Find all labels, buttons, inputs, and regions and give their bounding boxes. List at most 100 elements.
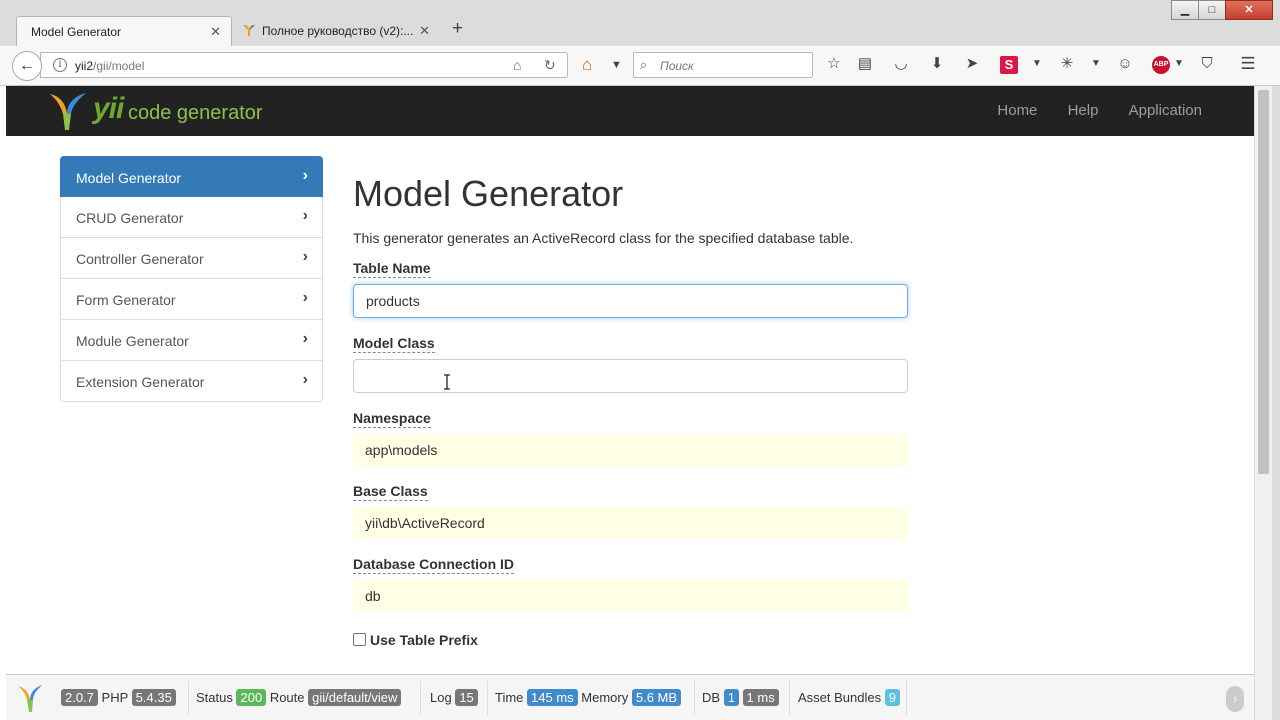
chat-extension-icon[interactable]: ☺ xyxy=(1115,54,1135,74)
sidebar-item-form-generator[interactable]: Form Generator › xyxy=(60,279,323,320)
php-version-badge: 5.4.35 xyxy=(131,689,176,706)
log-count-badge: 15 xyxy=(455,689,478,706)
debug-assets-block[interactable]: Asset Bundles 9 xyxy=(798,689,900,706)
db-queries-badge: 1 xyxy=(723,689,739,706)
s-extension-dropdown-icon[interactable]: ▼ xyxy=(1027,54,1047,74)
site-info-icon[interactable]: i xyxy=(53,58,67,72)
chevron-right-icon: › xyxy=(302,289,308,306)
tab-label: Model Generator xyxy=(31,25,122,39)
shield-extension-icon[interactable]: ⛉ xyxy=(1197,54,1217,74)
home-dropdown-icon[interactable]: ▼ xyxy=(611,59,622,71)
adblock-dropdown-icon[interactable]: ▼ xyxy=(1169,54,1189,74)
model-class-input[interactable] xyxy=(353,358,908,393)
download-icon[interactable]: ⬇ xyxy=(927,54,947,74)
home-icon[interactable]: ⌂ xyxy=(582,55,592,75)
use-table-prefix-row[interactable]: Use Table Prefix xyxy=(353,632,913,648)
s-extension-icon[interactable]: S xyxy=(1000,56,1018,74)
bug-extension-icon[interactable]: ✳ xyxy=(1057,54,1077,74)
tab-model-generator[interactable]: Model Generator ✕ xyxy=(16,16,232,46)
yii-debug-logo-icon[interactable] xyxy=(16,683,44,713)
status-code-badge: 200 xyxy=(236,689,267,706)
bug-extension-dropdown-icon[interactable]: ▼ xyxy=(1086,54,1106,74)
chevron-right-icon: › xyxy=(302,248,308,265)
send-icon[interactable]: ➤ xyxy=(962,54,982,74)
memory-label: Memory xyxy=(581,690,629,705)
bookmark-star-icon[interactable]: ☆ xyxy=(824,54,844,74)
window-edge xyxy=(1272,86,1280,720)
back-button[interactable]: ← xyxy=(12,51,42,81)
debug-toolbar: 2.0.7 PHP 5.4.35 Status 200 Route gii/de… xyxy=(6,674,1254,720)
scrollbar-thumb[interactable] xyxy=(1258,90,1269,474)
yii-version-badge: 2.0.7 xyxy=(61,689,98,706)
sidebar-item-module-generator[interactable]: Module Generator › xyxy=(60,320,323,361)
db-label: DB xyxy=(702,690,721,705)
debug-separator xyxy=(188,681,189,715)
time-badge: 145 ms xyxy=(527,689,578,706)
debug-separator xyxy=(906,681,907,715)
adblock-icon[interactable]: ABP xyxy=(1152,56,1170,74)
db-connection-label: Database Connection ID xyxy=(353,555,515,574)
debug-log-block[interactable]: Log 15 xyxy=(430,689,478,706)
close-tab-icon[interactable]: ✕ xyxy=(210,24,221,40)
reload-icon[interactable]: ↻ xyxy=(544,57,556,74)
route-badge: gii/default/view xyxy=(308,689,402,706)
page-viewport: yii code generator Home Help Application… xyxy=(6,86,1254,720)
chevron-right-icon: › xyxy=(302,207,308,224)
url-text: yii2/gii/model xyxy=(75,59,145,73)
debug-profiling-block[interactable]: Time 145 ms Memory 5.6 MB xyxy=(495,689,682,706)
time-label: Time xyxy=(495,690,524,705)
close-window-button[interactable]: ✕ xyxy=(1225,0,1273,20)
nav-help-link[interactable]: Help xyxy=(1068,102,1099,119)
table-name-label: Table Name xyxy=(353,259,431,278)
status-label: Status xyxy=(196,690,233,705)
browser-tabstrip: Model Generator ✕ Полное руководство (v2… xyxy=(0,0,1280,46)
pocket-icon[interactable]: ◡ xyxy=(891,54,911,74)
debug-toolbar-toggle-button[interactable]: › xyxy=(1226,686,1244,712)
menu-icon[interactable]: ☰ xyxy=(1238,54,1258,74)
tab-label: Полное руководство (v2):... xyxy=(262,24,414,38)
sidebar-item-extension-generator[interactable]: Extension Generator › xyxy=(60,361,323,402)
log-label: Log xyxy=(430,690,452,705)
chevron-right-icon: › xyxy=(302,167,308,184)
debug-version-block[interactable]: 2.0.7 PHP 5.4.35 xyxy=(61,689,176,706)
address-bar[interactable]: i yii2/gii/model ⌂ ↻ xyxy=(40,52,568,78)
sidebar-item-model-generator[interactable]: Model Generator › xyxy=(60,156,323,197)
db-connection-field[interactable]: db xyxy=(353,579,908,612)
close-tab-icon[interactable]: ✕ xyxy=(419,23,430,39)
new-tab-button[interactable]: + xyxy=(452,18,463,40)
namespace-label: Namespace xyxy=(353,409,431,428)
memory-badge: 5.6 MB xyxy=(631,689,682,706)
generator-sidebar: Model Generator › CRUD Generator › Contr… xyxy=(60,156,323,402)
route-label: Route xyxy=(269,690,305,705)
sidebar-item-crud-generator[interactable]: CRUD Generator › xyxy=(60,197,323,238)
asset-bundles-label: Asset Bundles xyxy=(798,690,882,705)
base-class-field[interactable]: yii\db\ActiveRecord xyxy=(353,506,908,539)
use-table-prefix-checkbox[interactable] xyxy=(353,632,366,646)
tab-guide[interactable]: Полное руководство (v2):... ✕ xyxy=(234,16,440,46)
yii-favicon-icon xyxy=(243,25,255,36)
model-class-label: Model Class xyxy=(353,334,435,353)
sidebar-item-controller-generator[interactable]: Controller Generator › xyxy=(60,238,323,279)
php-label: PHP xyxy=(101,690,129,705)
debug-separator xyxy=(487,681,488,715)
nav-home-link[interactable]: Home xyxy=(997,102,1037,119)
chevron-right-icon: › xyxy=(302,330,308,347)
reading-list-icon[interactable]: ▤ xyxy=(855,54,875,74)
yii-logo-icon xyxy=(50,93,86,130)
minimize-window-button[interactable]: ▁ xyxy=(1171,0,1199,20)
debug-request-block[interactable]: Status 200 Route gii/default/view xyxy=(196,689,402,706)
logo-yii-text: yii xyxy=(93,92,124,125)
page-scrollbar[interactable] xyxy=(1254,86,1272,720)
debug-separator xyxy=(789,681,790,715)
home-url-icon[interactable]: ⌂ xyxy=(513,57,521,73)
debug-db-block[interactable]: DB 1 1 ms xyxy=(702,689,779,706)
search-box[interactable]: ⌕ Поиск xyxy=(633,52,813,78)
nav-application-link[interactable]: Application xyxy=(1129,102,1202,119)
base-class-label: Base Class xyxy=(353,482,428,501)
table-name-input[interactable] xyxy=(353,283,908,318)
debug-separator xyxy=(694,681,695,715)
page-title: Model Generator xyxy=(353,173,624,214)
debug-separator xyxy=(420,681,421,715)
namespace-field[interactable]: app\models xyxy=(353,433,908,466)
maximize-window-button[interactable]: □ xyxy=(1198,0,1226,20)
